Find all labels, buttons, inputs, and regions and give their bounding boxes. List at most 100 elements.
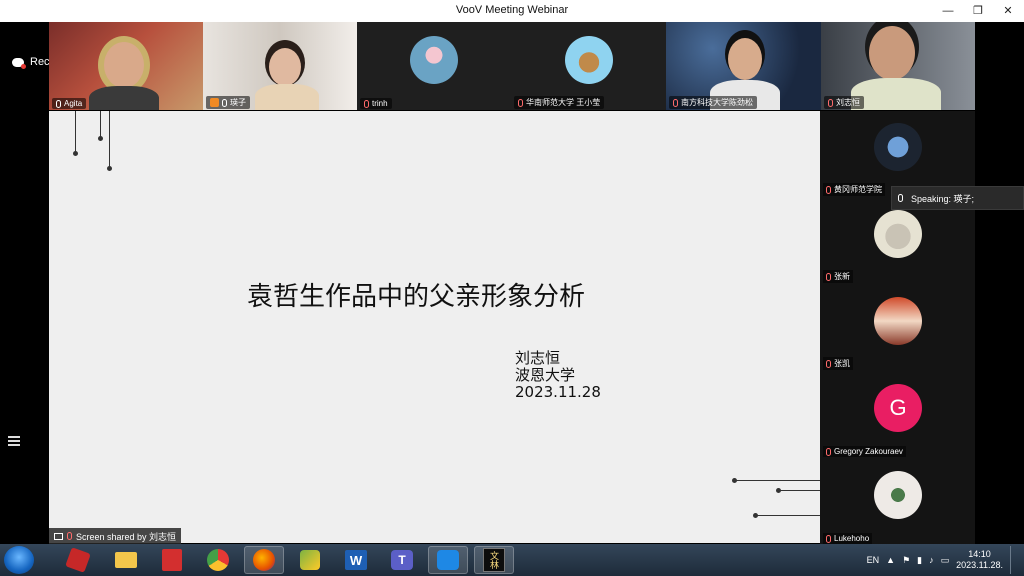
side-tile-zhangkai[interactable]: 张凯 [820,285,975,372]
pdf-reader-icon[interactable] [152,546,192,574]
side-tile-zhangxin[interactable]: 张新 [820,198,975,285]
participant-name-tag: 华南师范大学 王小莹 [514,96,605,109]
start-button[interactable] [4,546,34,574]
participant-name-tag: 刘志恒 [824,96,864,109]
video-tile-liu[interactable]: 刘志恒 [821,22,975,110]
participant-name-tag: 瑛子 [206,96,250,109]
video-tile-wang[interactable]: 华南师范大学 王小莹 [511,22,666,110]
mic-icon [898,194,903,202]
participant-avatar [410,36,458,84]
voov-meeting-icon[interactable] [428,546,468,574]
battery-icon[interactable]: ▭ [941,555,950,566]
participant-body [851,78,941,110]
mic-muted-icon [826,447,831,456]
mic-muted-icon [828,98,833,107]
video-tile-yingzi[interactable]: 瑛子 [203,22,357,110]
mic-muted-icon [826,534,831,543]
maximize-button[interactable]: ❐ [966,0,990,22]
word-icon[interactable]: W [336,546,376,574]
decor-line [779,490,820,491]
mic-muted-icon [826,272,831,281]
decor-dot [73,151,78,156]
decor-line [109,111,110,168]
participant-avatar [565,36,613,84]
network-icon[interactable]: ▮ [917,555,922,566]
mic-muted-icon [67,532,72,540]
participant-name-tag: 张新 [823,270,853,283]
video-tile-trinh[interactable]: trinh [357,22,511,110]
decor-dot [107,166,112,171]
speaking-label: Speaking: 瑛子; [911,193,975,204]
participant-face [104,42,144,88]
host-icon [210,98,219,107]
screen-share-label: Screen shared by 刘志恒 [49,528,182,544]
decor-dot [98,136,103,141]
mic-muted-icon [826,359,831,368]
participant-name-tag: 南方科技大学陈劲松 [669,96,757,109]
chrome-icon[interactable] [198,546,238,574]
flag-icon[interactable]: ⚑ [902,555,910,566]
participant-name-tag: Agita [52,98,87,109]
window-title: VooV Meeting Webinar [455,4,569,16]
clock-time: 14:10 [968,549,991,559]
slide-date: 2023.11.28 [515,383,601,401]
participant-name-tag: 黄冈师范学院 [823,183,885,196]
participant-avatar [874,123,922,171]
clock[interactable]: 14:10 2023.11.28. [956,549,1003,571]
participant-body [255,84,319,110]
side-tile-lukehoho[interactable]: Lukehoho [820,459,975,546]
minimize-button[interactable]: — [936,0,960,22]
decor-line [100,111,101,139]
participant-list-icon[interactable] [8,436,20,448]
slide-meta: 刘志恒 波恩大学 2023.11.28 [515,350,601,401]
participant-avatar [874,210,922,258]
teams-icon[interactable]: T [382,546,422,574]
video-tile-chen[interactable]: 南方科技大学陈劲松 [666,22,821,110]
decor-line [75,111,76,153]
firefox-icon[interactable] [244,546,284,574]
shared-slide: 袁哲生作品中的父亲形象分析 刘志恒 波恩大学 2023.11.28 [49,111,820,543]
show-desktop-button[interactable] [1010,546,1018,574]
system-tray: EN ▲ ⚑ ▮ ♪ ▭ 14:10 2023.11.28. [867,544,1018,576]
participant-avatar [874,297,922,345]
sync-icon[interactable] [290,546,330,574]
participant-avatar [874,471,922,519]
mic-muted-icon [364,99,369,108]
participant-face [869,26,915,80]
tray-arrow-icon[interactable]: ▲ [886,555,895,565]
side-tile-gregory[interactable]: G Gregory Zakouraev [820,372,975,459]
mic-muted-icon [826,185,831,194]
mic-icon [222,98,227,107]
side-tile-huanggang[interactable]: 黄冈师范学院 [820,111,975,198]
close-button[interactable]: ✕ [996,0,1020,22]
participant-name-tag: Gregory Zakouraev [823,446,906,457]
volume-icon[interactable]: ♪ [929,555,934,565]
video-tile-agita[interactable]: Agita [49,22,203,110]
folder-icon[interactable] [106,546,146,574]
app-icon [65,547,91,573]
participant-face [269,48,301,86]
mic-muted-icon [518,98,523,107]
participant-sidebar: 黄冈师范学院 张新 张凯 G Gregory Zakouraev Lukehoh… [820,111,975,544]
mic-icon [56,99,61,108]
participant-name-tag: Lukehoho [823,533,873,544]
taskbar-app-icon[interactable] [58,546,98,574]
participant-body [89,86,159,110]
language-indicator[interactable]: EN [867,555,880,565]
screen-icon [54,532,63,540]
decor-line [735,480,820,481]
participant-avatar-initial: G [874,384,922,432]
slide-title: 袁哲生作品中的父亲形象分析 [247,282,586,312]
windows-taskbar: W T 文林 EN ▲ ⚑ ▮ ♪ ▭ 14:10 2023.11.28. [0,544,1024,576]
recording-icon [12,57,26,69]
window-titlebar: VooV Meeting Webinar — ❐ ✕ [0,0,1024,22]
participant-name-tag: trinh [360,98,392,109]
slide-university: 波恩大学 [515,366,576,384]
wenlin-icon[interactable]: 文林 [474,546,514,574]
clock-date: 2023.11.28. [956,560,1003,570]
mic-muted-icon [673,98,678,107]
decor-line [756,515,820,516]
slide-author: 刘志恒 [515,349,561,367]
participant-name-tag: 张凯 [823,357,853,370]
participant-face [728,38,762,80]
